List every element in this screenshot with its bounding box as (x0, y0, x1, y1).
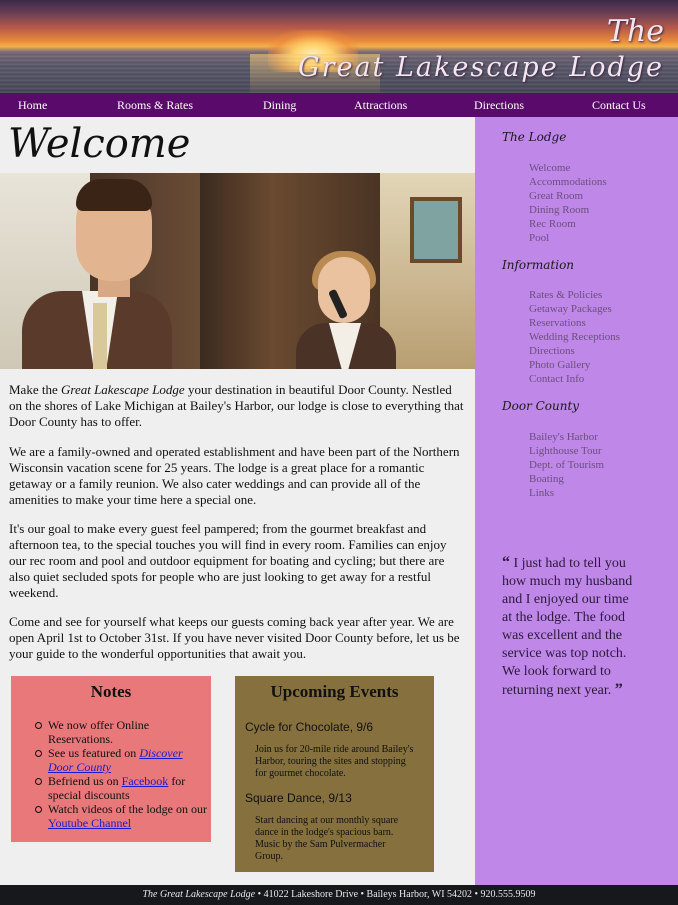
sidebar-item-welcome[interactable]: Welcome (529, 161, 607, 175)
sidebar-item-boating[interactable]: Boating (529, 472, 604, 486)
sidebar-item-dept-of-tourism[interactable]: Dept. of Tourism (529, 458, 604, 472)
list-item: Watch videos of the lodge on our Youtube… (35, 802, 207, 830)
nav-item-home[interactable]: Home (18, 98, 47, 113)
notes-list: We now offer Online Reservations. See us… (35, 718, 208, 830)
list-item: See us featured on Discover Door County (35, 746, 208, 774)
sidebar-list-door-county: Bailey's Harbor Lighthouse Tour Dept. of… (529, 430, 604, 500)
sidebar-item-wedding-receptions[interactable]: Wedding Receptions (529, 330, 620, 344)
footer: The Great Lakescape Lodge • 41022 Lakesh… (0, 885, 678, 905)
list-item: Befriend us on Facebook for special disc… (35, 774, 208, 802)
facebook-link[interactable]: Facebook (122, 774, 169, 788)
event-description: Start dancing at our monthly square danc… (255, 815, 399, 862)
sidebar-item-rates-policies[interactable]: Rates & Policies (529, 288, 620, 302)
invitation-paragraph: Come and see for yourself what keeps our… (9, 614, 460, 661)
event-description: Join us for 20-mile ride around Bailey's… (255, 744, 414, 779)
sidebar-item-directions[interactable]: Directions (529, 344, 620, 358)
event-title: Cycle for Chocolate, 9/6 (245, 720, 374, 734)
amenities-paragraph: It's our goal to make every guest feel p… (9, 521, 447, 600)
footer-lodge-name: The Great Lakescape Lodge (142, 889, 256, 900)
sidebar-item-dining-room[interactable]: Dining Room (529, 203, 607, 217)
sidebar-item-contact-info[interactable]: Contact Info (529, 372, 620, 386)
sidebar-list-information: Rates & Policies Getaway Packages Reserv… (529, 288, 620, 386)
page-title: Welcome (8, 121, 191, 167)
nav-item-contact-us[interactable]: Contact Us (592, 98, 646, 113)
notes-title: Notes (90, 682, 132, 701)
sidebar-item-photo-gallery[interactable]: Photo Gallery (529, 358, 620, 372)
sidebar-heading-door-county: Door County (502, 399, 580, 413)
sidebar-item-rec-room[interactable]: Rec Room (529, 217, 607, 231)
sidebar-item-pool[interactable]: Pool (529, 231, 607, 245)
close-quote-icon: ” (614, 681, 623, 698)
guest-testimonial: “ I just had to tell you how much my hus… (502, 554, 633, 698)
sidebar-item-reservations[interactable]: Reservations (529, 316, 620, 330)
sidebar-heading-the-lodge: The Lodge (502, 130, 567, 144)
sidebar-item-accommodations[interactable]: Accommodations (529, 175, 607, 189)
nav-item-dining[interactable]: Dining (263, 98, 296, 113)
site-title-the: The (606, 14, 664, 49)
main-nav: Home Rooms & Rates Dining Attractions Di… (0, 93, 678, 117)
nav-item-attractions[interactable]: Attractions (354, 98, 407, 113)
sidebar-heading-information: Information (502, 258, 575, 272)
main-content: Welcome Make the Great Lakescape Lodge y… (0, 117, 475, 885)
sidebar-list-the-lodge: Welcome Accommodations Great Room Dining… (529, 161, 607, 245)
notes-box: Notes We now offer Online Reservations. … (11, 676, 211, 842)
nav-item-directions[interactable]: Directions (474, 98, 524, 113)
youtube-channel-link[interactable]: Youtube Channel (48, 816, 131, 830)
family-paragraph: We are a family-owned and operated estab… (9, 444, 460, 507)
sidebar-item-baileys-harbor[interactable]: Bailey's Harbor (529, 430, 604, 444)
events-title: Upcoming Events (270, 682, 399, 701)
event-title: Square Dance, 9/13 (245, 791, 352, 805)
sidebar-item-links[interactable]: Links (529, 486, 604, 500)
nav-item-rooms-rates[interactable]: Rooms & Rates (117, 98, 193, 113)
list-item: We now offer Online Reservations. (35, 718, 208, 746)
header-banner: The Great Lakescape Lodge (0, 0, 678, 93)
intro-paragraph: Make the Great Lakescape Lodge your dest… (9, 382, 464, 429)
open-quote-icon: “ (502, 554, 510, 571)
welcome-photo (0, 173, 475, 369)
site-title[interactable]: Great Lakescape Lodge (298, 52, 664, 83)
footer-address: • 41022 Lakeshore Drive • Baileys Harbor… (255, 889, 536, 900)
sidebar-item-getaway-packages[interactable]: Getaway Packages (529, 302, 620, 316)
sidebar-item-great-room[interactable]: Great Room (529, 189, 607, 203)
sidebar-item-lighthouse-tour[interactable]: Lighthouse Tour (529, 444, 604, 458)
sidebar: The Lodge Welcome Accommodations Great R… (475, 117, 678, 885)
events-box: Upcoming Events Cycle for Chocolate, 9/6… (235, 676, 434, 872)
